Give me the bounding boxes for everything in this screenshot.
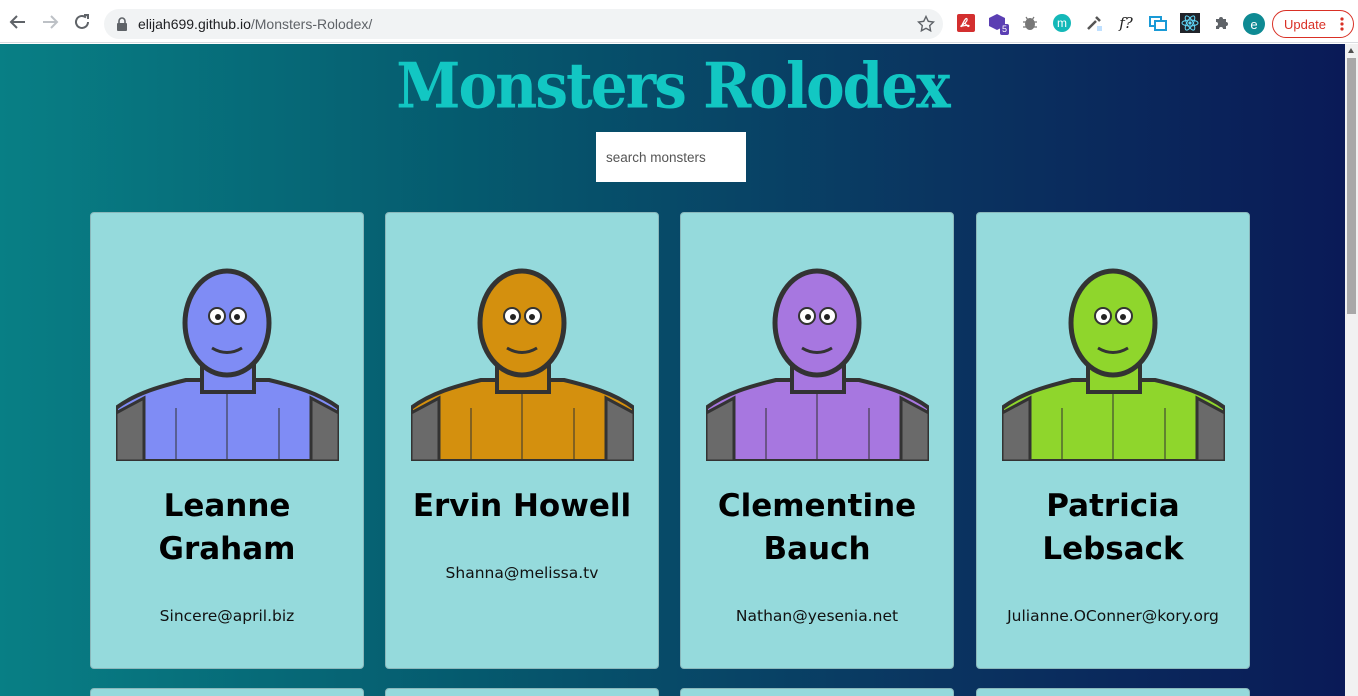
extension-badge: 5 xyxy=(1000,24,1010,35)
card-peek xyxy=(90,688,364,696)
bookmark-star-icon[interactable] xyxy=(917,15,935,33)
search-input[interactable] xyxy=(596,132,746,182)
function-extension-icon[interactable]: f? xyxy=(1116,13,1136,33)
monster-email: Nathan@yesenia.net xyxy=(735,607,899,625)
monster-avatar xyxy=(1002,268,1225,461)
monster-email: Sincere@april.biz xyxy=(159,607,295,625)
monster-email: Julianne.OConner@kory.org xyxy=(1007,607,1219,625)
windows-extension-icon[interactable] xyxy=(1148,13,1168,33)
card-peek xyxy=(385,688,659,696)
monster-name: Clementine Bauch xyxy=(717,488,917,567)
monster-card: Patricia Lebsack Julianne.OConner@kory.or… xyxy=(976,212,1250,669)
monster-card: Clementine Bauch Nathan@yesenia.net xyxy=(680,212,954,669)
monster-avatar xyxy=(411,268,634,461)
bug-extension-icon[interactable] xyxy=(1020,13,1040,33)
lock-icon xyxy=(117,17,127,31)
monster-name: Patricia Lebsack xyxy=(1042,488,1184,567)
monster-email: Shanna@melissa.tv xyxy=(445,564,599,582)
address-bar[interactable]: elijah699.github.io/Monsters-Rolodex/ xyxy=(104,9,943,39)
monster-name: Ervin Howell xyxy=(412,488,632,524)
m-extension-label: m xyxy=(1053,14,1071,32)
monster-card: Ervin Howell Shanna@melissa.tv xyxy=(385,212,659,669)
puzzle-extensions-icon[interactable] xyxy=(1212,13,1232,33)
url-host: elijah699.github.io xyxy=(138,16,251,32)
vertical-scrollbar[interactable] xyxy=(1345,44,1358,696)
update-button-label: Update xyxy=(1284,16,1326,32)
monster-avatar xyxy=(116,268,339,461)
scroll-up-icon[interactable] xyxy=(1348,48,1354,53)
arrow-left-icon xyxy=(9,15,25,29)
monster-card: Leanne Graham Sincere@april.biz xyxy=(90,212,364,669)
scrollbar-thumb[interactable] xyxy=(1347,58,1356,314)
url-text: elijah699.github.io/Monsters-Rolodex/ xyxy=(138,16,372,32)
profile-avatar[interactable]: e xyxy=(1243,13,1265,35)
card-peek xyxy=(680,688,954,696)
pdf-extension-icon[interactable] xyxy=(956,13,976,33)
function-extension-label: f? xyxy=(1119,14,1133,32)
m-extension-icon[interactable]: m xyxy=(1052,13,1072,33)
reload-button[interactable] xyxy=(70,10,94,34)
reload-icon xyxy=(75,14,89,29)
page-title: Monsters Rolodex xyxy=(396,49,950,123)
kebab-menu-icon xyxy=(1340,17,1344,31)
update-button[interactable]: Update xyxy=(1272,10,1354,38)
monster-name: Leanne Graham xyxy=(158,488,296,567)
cube-extension-icon[interactable]: 5 xyxy=(988,13,1010,35)
react-devtools-icon[interactable] xyxy=(1180,13,1200,33)
back-button[interactable] xyxy=(6,10,30,34)
page-viewport: Monsters Rolodex Leanne Graham Sincere@ap… xyxy=(0,44,1345,696)
eyedropper-extension-icon[interactable] xyxy=(1084,13,1104,33)
browser-toolbar: elijah699.github.io/Monsters-Rolodex/ 5 … xyxy=(0,0,1358,43)
url-path: /Monsters-Rolodex/ xyxy=(250,16,373,32)
arrow-right-icon xyxy=(43,15,59,29)
forward-button[interactable] xyxy=(38,10,62,34)
monster-avatar xyxy=(706,268,929,461)
card-peek xyxy=(976,688,1250,696)
